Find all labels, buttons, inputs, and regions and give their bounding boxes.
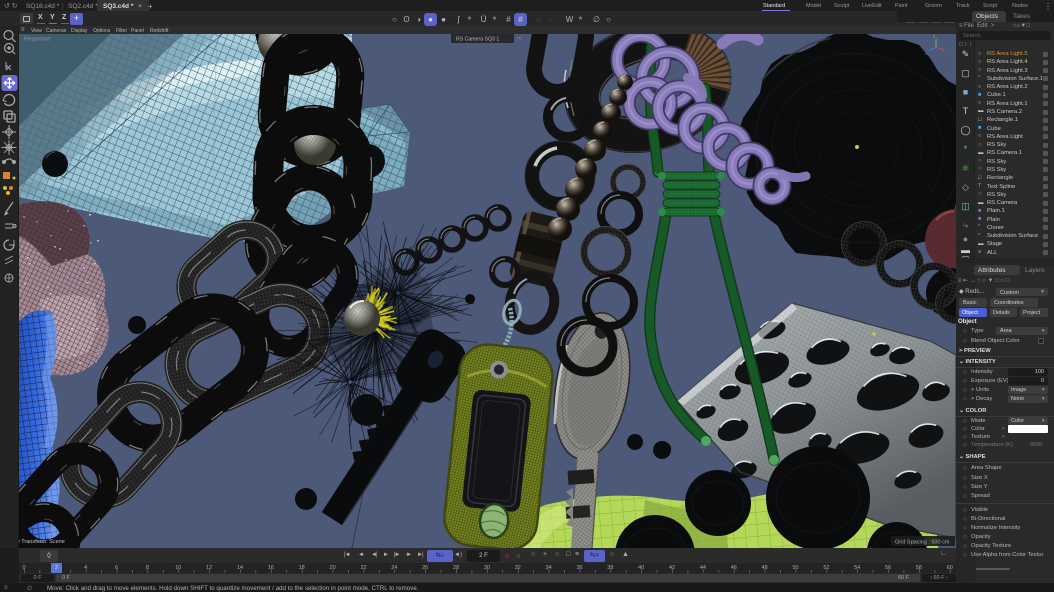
svg-text:34: 34 [546, 565, 552, 571]
svg-text:48: 48 [762, 565, 768, 571]
svg-text:24: 24 [391, 565, 397, 571]
svg-text:56: 56 [885, 565, 891, 571]
svg-text:22: 22 [360, 565, 366, 571]
svg-text:38: 38 [607, 565, 613, 571]
svg-text:60: 60 [947, 565, 953, 571]
svg-text:10: 10 [175, 565, 181, 571]
svg-text:RS Camera SQ3 1: RS Camera SQ3 1 [456, 37, 499, 43]
svg-text:16: 16 [268, 565, 274, 571]
svg-text:View Transform: Scene: View Transform: Scene [19, 539, 65, 545]
svg-text:8: 8 [146, 565, 149, 571]
svg-text:26: 26 [422, 565, 428, 571]
svg-text:Grid Spacing : 500 cm: Grid Spacing : 500 cm [895, 540, 950, 546]
svg-text:14: 14 [237, 565, 243, 571]
svg-text:20: 20 [330, 565, 336, 571]
svg-text:40: 40 [638, 565, 644, 571]
svg-text:0: 0 [22, 565, 25, 571]
svg-text:32: 32 [515, 565, 521, 571]
svg-text:58: 58 [916, 565, 922, 571]
svg-text:42: 42 [669, 565, 675, 571]
svg-text:4: 4 [84, 565, 87, 571]
svg-text:52: 52 [823, 565, 829, 571]
svg-text:18: 18 [299, 565, 305, 571]
svg-text:50: 50 [792, 565, 798, 571]
svg-text:12: 12 [206, 565, 212, 571]
svg-text:54: 54 [854, 565, 860, 571]
svg-text:36: 36 [576, 565, 582, 571]
svg-text:46: 46 [731, 565, 737, 571]
svg-text:28: 28 [453, 565, 459, 571]
svg-text:6: 6 [115, 565, 118, 571]
svg-text:Perspective: Perspective [24, 37, 50, 43]
svg-text:30: 30 [484, 565, 490, 571]
svg-text:44: 44 [700, 565, 706, 571]
